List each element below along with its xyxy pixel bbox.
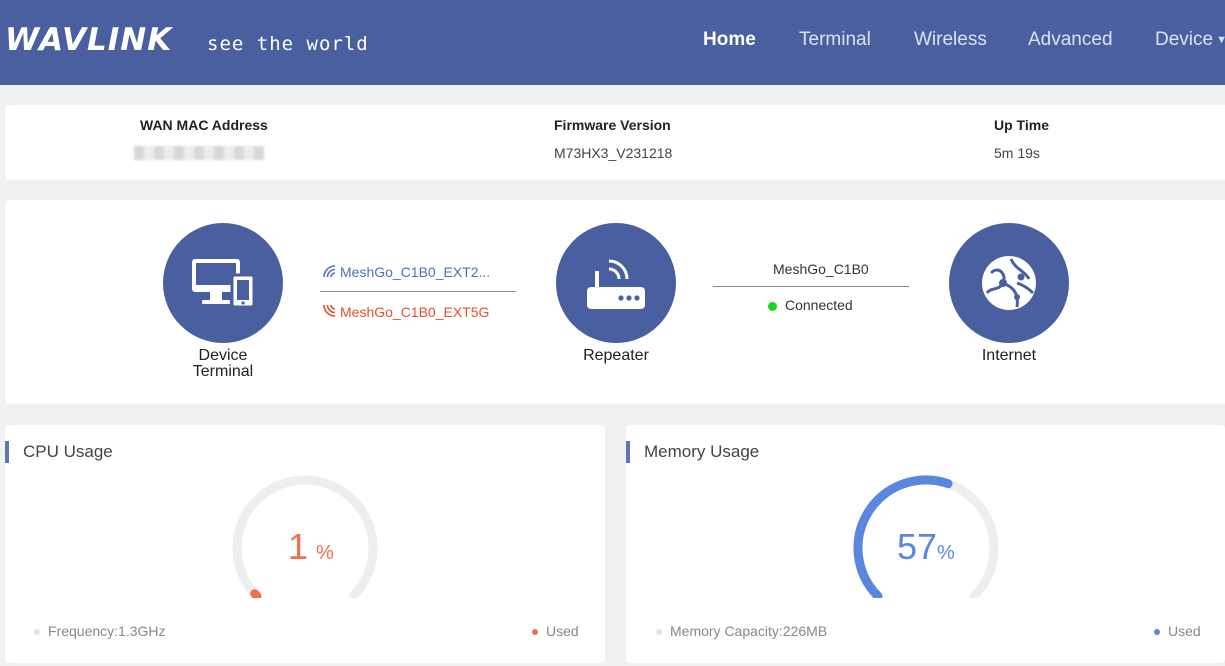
device-info-card: WAN MAC Address Firmware Version M73HX3_… <box>5 105 1225 180</box>
ssid-24ghz-text: MeshGo_C1B0_EXT2... <box>340 264 491 280</box>
legend-dot-icon <box>34 629 40 636</box>
router-icon <box>587 259 645 309</box>
cpu-usage-card: CPU Usage 1 % Frequency:1.3GHz Used <box>5 425 605 663</box>
nav-wireless[interactable]: Wireless <box>914 29 987 51</box>
memory-gauge: 57 % <box>853 475 999 598</box>
memory-usage-card: Memory Usage 57 % Memory Capacity:226MB … <box>626 425 1225 663</box>
nav-terminal[interactable]: Terminal <box>799 29 871 51</box>
header-bar: WAVLINK see the world Home Terminal Wire… <box>0 0 1225 85</box>
cpu-used-legend: Used <box>532 623 579 639</box>
ssid-24ghz[interactable]: MeshGo_C1B0_EXT2... <box>322 264 490 280</box>
uptime-label: Up Time <box>994 117 1049 133</box>
wan-mac-label: WAN MAC Address <box>140 117 268 133</box>
cpu-gauge: 1 % <box>232 475 378 598</box>
memory-used-text: Used <box>1168 623 1201 639</box>
wifi-icon <box>323 265 336 278</box>
cpu-used-text: Used <box>546 623 579 639</box>
cpu-usage-title: CPU Usage <box>5 441 113 463</box>
wifi-icon <box>323 304 336 317</box>
network-topology-card: Device Terminal MeshGo_C1B0_EXT2... Mesh… <box>5 200 1225 404</box>
wan-mac-value-redacted <box>134 146 264 160</box>
ssid-5ghz[interactable]: MeshGo_C1B0_EXT5G <box>322 304 489 320</box>
legend-dot-icon <box>1154 629 1160 636</box>
devices-icon <box>192 259 256 309</box>
uplink-ssid: MeshGo_C1B0 <box>773 261 869 277</box>
legend-dot-icon <box>656 629 662 636</box>
uptime-value: 5m 19s <box>994 145 1040 161</box>
brand-tagline: see the world <box>207 33 369 55</box>
cpu-frequency: Frequency:1.3GHz <box>34 623 166 639</box>
firmware-label: Firmware Version <box>554 117 671 133</box>
internet-node[interactable] <box>949 223 1069 343</box>
link-line-left <box>320 291 516 292</box>
chevron-down-icon: ▼ <box>1216 33 1225 46</box>
firmware-value: M73HX3_V231218 <box>554 145 673 161</box>
device-terminal-node[interactable] <box>163 223 283 343</box>
nav-device-label: Device <box>1155 29 1214 50</box>
nav-device[interactable]: Device ▼ <box>1155 29 1225 51</box>
uplink-status-text: Connected <box>785 297 853 313</box>
memory-percent-value: 57 <box>897 526 937 567</box>
internet-label: Internet <box>981 347 1037 364</box>
nav-advanced[interactable]: Advanced <box>1028 29 1113 51</box>
cpu-percent-unit: % <box>316 542 334 564</box>
device-label-line1: Device <box>198 347 248 364</box>
memory-percent-unit: % <box>937 542 955 564</box>
repeater-label: Repeater <box>583 347 649 364</box>
cpu-percent-value: 1 <box>288 526 308 567</box>
memory-used-legend: Used <box>1154 623 1201 639</box>
globe-icon <box>982 256 1036 310</box>
ssid-5ghz-text: MeshGo_C1B0_EXT5G <box>340 304 490 320</box>
device-label-line2: Terminal <box>192 363 254 380</box>
repeater-node[interactable] <box>556 223 676 343</box>
legend-dot-icon <box>532 629 538 636</box>
link-line-right <box>713 286 909 287</box>
memory-usage-title: Memory Usage <box>626 441 759 463</box>
uplink-status: Connected <box>768 297 853 313</box>
cpu-gauge-fill <box>250 589 262 598</box>
brand-logo[interactable]: WAVLINK <box>5 22 172 58</box>
cpu-frequency-text: Frequency:1.3GHz <box>48 623 166 639</box>
nav-home[interactable]: Home <box>703 29 756 51</box>
device-terminal-label: Device Terminal <box>173 348 273 380</box>
memory-capacity: Memory Capacity:226MB <box>656 623 827 639</box>
memory-capacity-text: Memory Capacity:226MB <box>670 623 828 639</box>
status-dot-icon <box>768 301 777 311</box>
